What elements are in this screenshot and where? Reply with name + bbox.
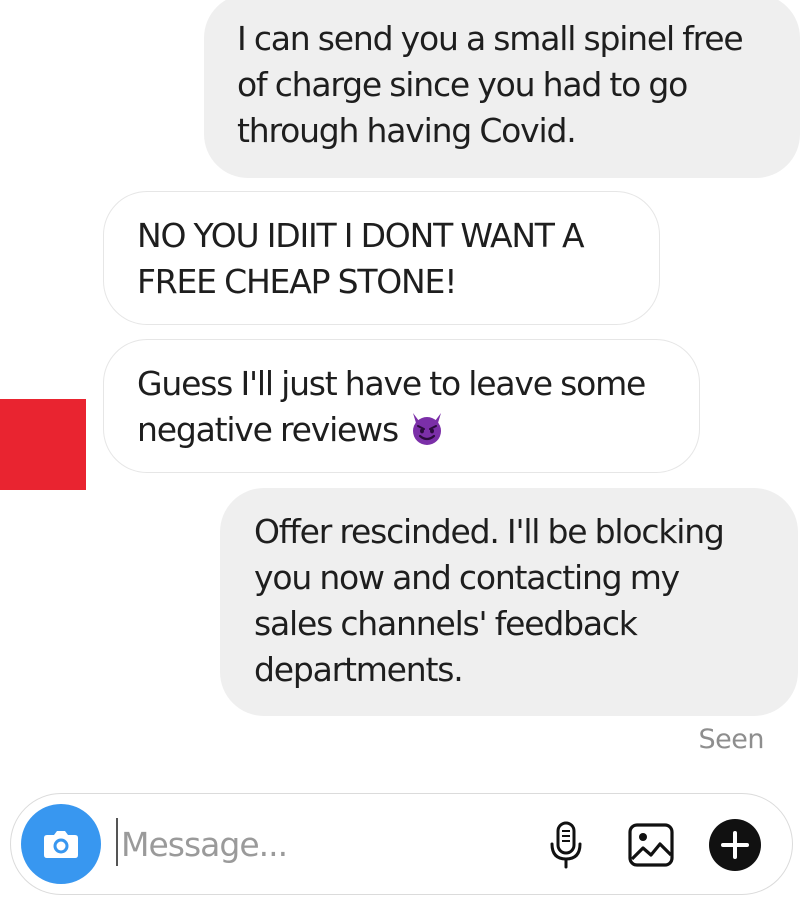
voice-message-button[interactable]	[541, 820, 591, 870]
plus-icon	[709, 819, 761, 871]
message-text-line-with-emoji: negative reviews	[137, 407, 699, 453]
message-text-line: FREE CHEAP STONE!	[137, 262, 457, 301]
gallery-button[interactable]	[626, 820, 676, 870]
message-text: negative reviews	[137, 410, 399, 449]
message-text-line: sales channels' feedback	[254, 604, 638, 643]
message-text-line: of charge since you had to go	[237, 65, 688, 104]
camera-icon	[44, 831, 78, 858]
incoming-message-bubble[interactable]: NO YOU IDIIT I DONT WANT A FREE CHEAP ST…	[103, 191, 660, 325]
more-options-button[interactable]	[708, 818, 762, 872]
microphone-icon	[550, 821, 582, 869]
message-input[interactable]	[117, 820, 521, 868]
message-text-line: NO YOU IDIIT I DONT WANT A	[137, 216, 585, 255]
image-icon	[628, 823, 674, 867]
incoming-message-bubble[interactable]: Guess I'll just have to leave some negat…	[103, 339, 700, 473]
camera-button[interactable]	[21, 804, 101, 884]
redaction-block	[0, 399, 86, 490]
message-text-line: you now and contacting my	[254, 558, 680, 597]
message-text-line: Guess I'll just have to leave some	[137, 364, 646, 403]
outgoing-message-bubble[interactable]: I can send you a small spinel free of ch…	[204, 0, 800, 178]
smiling-face-with-horns-emoji-icon	[408, 409, 446, 447]
outgoing-message-bubble[interactable]: Offer rescinded. I'll be blocking you no…	[220, 488, 798, 716]
chat-thread: I can send you a small spinel free of ch…	[0, 0, 800, 906]
message-composer	[10, 793, 793, 895]
message-text-line: departments.	[254, 650, 464, 689]
message-text-line: I can send you a small spinel free	[237, 19, 744, 58]
message-text-line: through having Covid.	[237, 111, 577, 150]
message-text-line: Offer rescinded. I'll be blocking	[254, 512, 725, 551]
seen-status: Seen	[698, 724, 765, 755]
